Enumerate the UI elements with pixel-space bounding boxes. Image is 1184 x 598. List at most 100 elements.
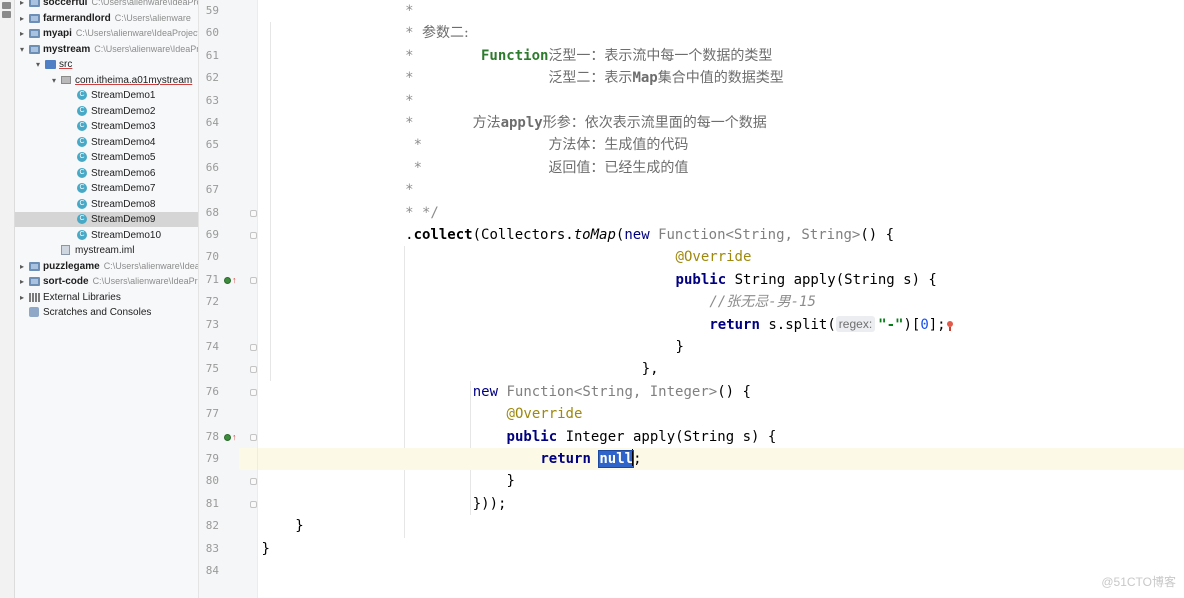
code-line[interactable]: @Override [507,403,583,425]
fold-marker-icon[interactable] [250,500,257,508]
chevron-down-icon[interactable]: ▾ [50,73,58,88]
tree-row-mystream-iml[interactable]: mystream.iml [15,243,198,258]
tree-row-farmerandlord[interactable]: ▸ farmerandlord C:\Users\alienware [15,11,198,26]
line-number: 82 [205,519,219,533]
editor-gutter: 59 60 61 62 63 64 65 66 67 68 69 70 71 ↑ 72 73 74 75 76 77 7… [199,0,258,598]
chevron-down-icon[interactable]: ▾ [34,57,42,72]
tree-item-text: Scratches and Consoles [43,305,151,320]
tree-row-streamdemo4[interactable]: C StreamDemo4 [15,135,198,150]
chevron-right-icon[interactable]: ▸ [18,26,26,41]
code-token: * [405,159,549,176]
implements-method-icon[interactable]: ↑ [224,275,238,285]
tree-row-streamdemo10[interactable]: C StreamDemo10 [15,228,198,243]
tree-row-streamdemo7[interactable]: C StreamDemo7 [15,181,198,196]
tree-row-puzzlegame[interactable]: ▸ puzzlegameC:\Users\alienware\IdeaProjec… [15,259,198,274]
tree-row-soccerful[interactable]: ▸ soccerfulC:\Users\alienware\IdeaProject… [15,0,198,10]
code-line[interactable]: } [676,336,684,358]
code-token: 形参：依次表示流里面的每一个数据 [542,115,767,131]
tree-item-text: puzzlegameC:\Users\alienware\IdeaProject… [43,259,199,274]
fold-marker-icon[interactable] [250,388,257,396]
selected-token: null [598,450,635,468]
fold-marker-icon[interactable] [250,344,257,351]
code-line[interactable]: } [262,538,270,560]
tree-item-label: Scratches and Consoles [43,307,152,318]
tree-row-sort-code[interactable]: ▸ sort-codeC:\Users\alienware\IdeaProject… [15,274,198,289]
code-line[interactable]: * 返回值：已经生成的值 [405,157,689,179]
code-line[interactable]: * 参数二: [405,22,469,44]
tree-row-external-libraries[interactable]: ▸ External Libraries [15,290,198,305]
java-class-icon: C [77,121,87,131]
code-line[interactable]: } [295,515,303,537]
chevron-right-icon[interactable]: ▸ [18,274,26,289]
java-class-icon: C [77,183,87,193]
implements-method-icon[interactable]: ↑ [224,432,238,442]
code-token: Integer apply(String s) { [565,428,777,445]
lightbulb-icon[interactable] [946,320,954,331]
code-line[interactable]: public String apply(String s) { [676,269,937,291]
code-token: } [261,540,270,557]
tree-row-src[interactable]: ▾ src [15,57,198,72]
tree-row-mystream[interactable]: ▾ mystreamC:\Users\alienware\IdeaProjects [15,42,198,57]
tree-row-streamdemo8[interactable]: C StreamDemo8 [15,197,198,212]
code-line[interactable]: * 方法体：生成值的代码 [405,134,689,156]
fold-marker-icon[interactable] [250,209,257,217]
fold-marker-icon[interactable] [250,433,257,441]
chevron-right-icon[interactable]: ▸ [18,11,26,26]
tree-item-path: C:\Users\alienware\IdeaProjects [103,260,199,271]
code-line[interactable]: * */ [405,202,439,224]
code-token: return [540,451,600,467]
tree-row-streamdemo3[interactable]: C StreamDemo3 [15,119,198,134]
line-number: 66 [205,160,219,174]
code-token: Function<String, String> [658,227,861,243]
tree-item-text: StreamDemo7 [91,181,155,196]
tree-item-label: External Libraries [43,291,121,303]
code-line[interactable]: return s.split(regex: "-")[0]; [709,314,953,336]
code-line[interactable]: @Override [676,246,752,268]
chevron-right-icon[interactable]: ▸ [18,259,26,274]
chevron-right-icon[interactable]: ▸ [18,0,26,10]
tree-row-myapi[interactable]: ▸ myapi C:\Users\alienware\IdeaProjects [15,26,198,41]
tree-row-streamdemo6[interactable]: C StreamDemo6 [15,166,198,181]
code-line[interactable]: //张无忌-男-15 [709,291,816,313]
code-line[interactable]: new Function<String, Integer>() { [473,381,751,403]
tree-item-text: StreamDemo10 [91,228,161,243]
code-line[interactable]: * [405,90,413,112]
code-token: collect [413,227,473,243]
line-number: 84 [205,564,219,577]
tree-item-path: C:\Users\alienware\IdeaProjects\soccer [91,0,198,7]
code-line[interactable]: return null; [540,448,642,470]
code-line[interactable]: .collect(Collectors.toMap(new Function<S… [405,224,894,246]
fold-marker-icon[interactable] [250,232,257,239]
chevron-right-icon[interactable]: ▸ [18,290,26,305]
code-line[interactable]: * [405,0,413,22]
line-number: 72 [205,295,219,309]
tree-row-scratches[interactable]: Scratches and Consoles [15,305,198,320]
fold-marker-icon[interactable] [250,478,257,486]
code-line[interactable]: * Function泛型一：表示流中每一个数据的类型 [405,45,772,67]
tree-row-package[interactable]: ▾ com.itheima.a01mystream [15,73,198,88]
code-editor[interactable]: * * 参数二: * Function泛型一：表示流中每一个数据的类型 * 泛型二：表… [258,0,1184,598]
code-line[interactable]: } [507,470,515,492]
tree-row-streamdemo5[interactable]: C StreamDemo5 [15,150,198,165]
code-line[interactable]: public Integer apply(String s) { [507,426,777,448]
java-class-icon: C [77,198,87,209]
code-line[interactable]: * [405,179,413,201]
code-line[interactable]: })); [473,493,507,515]
structure-tool-icon[interactable] [2,11,11,18]
code-line[interactable]: }, [642,358,659,380]
tree-row-streamdemo1[interactable]: C StreamDemo1 [15,88,198,103]
scratches-icon [29,307,39,317]
chevron-down-icon[interactable]: ▾ [18,42,26,57]
code-line[interactable]: * 泛型二：表示Map集合中值的数据类型 [405,67,784,89]
tree-item-label: farmerandlord [43,12,111,24]
tree-row-streamdemo2[interactable]: C StreamDemo2 [15,104,198,119]
code-token: . [405,227,414,243]
line-number: 60 [205,26,219,40]
tree-item-label: StreamDemo2 [91,105,156,117]
project-tool-icon[interactable] [2,2,11,9]
code-line[interactable]: * 方法apply形参：依次表示流里面的每一个数据 [405,112,767,134]
fold-marker-icon[interactable] [250,366,257,374]
fold-marker-icon[interactable] [250,276,257,284]
tree-row-streamdemo9[interactable]: C StreamDemo9 [15,212,198,227]
line-number: 70 [205,250,219,264]
